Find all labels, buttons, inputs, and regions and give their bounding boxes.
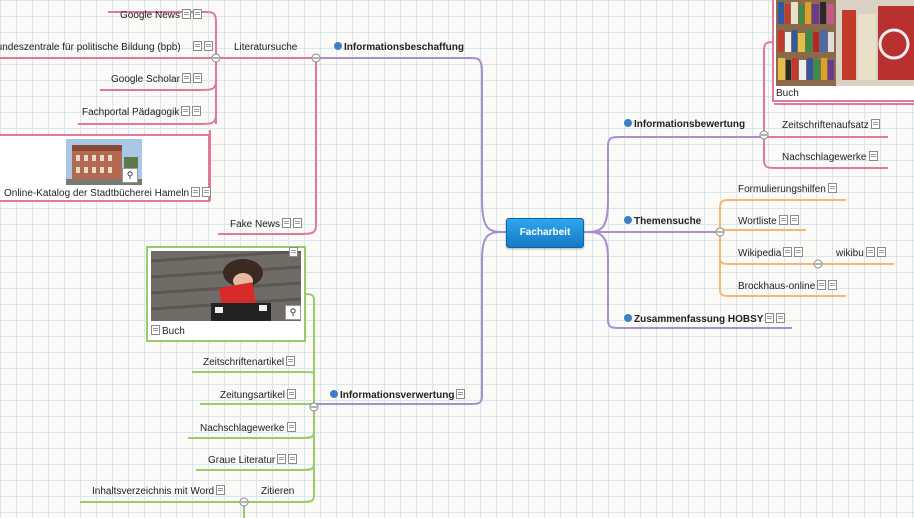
note-icon (151, 325, 160, 336)
note-icon (202, 187, 212, 198)
note-icon (789, 215, 799, 226)
note-icon (776, 313, 786, 324)
note-icon (876, 247, 886, 258)
image-node-buch-left[interactable]: ⚲ Buch (146, 246, 306, 342)
note-icon (287, 389, 297, 400)
node-zitieren[interactable]: Zitieren (261, 486, 294, 498)
node-zeitschriftenaufsatz[interactable]: Zeitschriftenaufsatz (782, 119, 880, 132)
note-icon (193, 9, 203, 20)
note-icon (783, 247, 793, 258)
node-wikipedia[interactable]: Wikipedia (738, 247, 804, 260)
mind-map-canvas: Facharbeit Informationsbeschaffung Liter… (0, 0, 914, 518)
node-wikibu[interactable]: wikibu (836, 247, 886, 260)
node-informationsbewertung[interactable]: Informationsbewertung (624, 119, 745, 131)
caption-buch-left: Buch (151, 325, 185, 338)
note-icon (868, 151, 878, 162)
note-icon (765, 313, 775, 324)
note-icon (192, 73, 202, 84)
note-icon (870, 119, 880, 130)
note-icon (192, 106, 202, 117)
note-icon (828, 280, 838, 291)
note-icon (182, 9, 192, 20)
node-zeitungsartikel[interactable]: Zeitungsartikel (220, 389, 297, 402)
image-node-stadtbuecherei[interactable]: ⚲ Online-Katalog der Stadtbücherei Hamel… (0, 134, 212, 202)
central-node[interactable]: Facharbeit (506, 218, 584, 248)
note-icon (277, 454, 287, 465)
node-nachschlagewerke-right[interactable]: Nachschlagewerke (782, 151, 878, 164)
bookshelf-photo (776, 0, 914, 86)
node-fachportal[interactable]: Fachportal Pädagogik (82, 106, 202, 119)
note-icon (191, 187, 201, 198)
caption-stadtbuecherei: Online-Katalog der Stadtbücherei Hameln (4, 187, 212, 200)
note-icon (181, 73, 191, 84)
note-icon (216, 485, 226, 496)
node-zusammenfassung[interactable]: Zusammenfassung HOBSY (624, 313, 786, 326)
note-icon (865, 247, 875, 258)
note-icon (192, 41, 202, 52)
node-zeitschriftenartikel[interactable]: Zeitschriftenartikel (203, 356, 296, 369)
bullet-icon (624, 216, 632, 225)
note-icon (282, 218, 292, 229)
bullet-icon (624, 119, 632, 128)
note-icon (456, 389, 466, 400)
note-icon (203, 41, 213, 52)
bullet-icon (334, 42, 342, 51)
node-formulierungshilfen[interactable]: Formulierungshilfen (738, 183, 837, 196)
bullet-icon (624, 314, 632, 323)
note-icon (778, 215, 788, 226)
node-informationsbeschaffung[interactable]: Informationsbeschaffung (334, 42, 464, 54)
note-icon (289, 247, 298, 257)
reading-photo (151, 251, 301, 321)
note-icon (286, 422, 296, 433)
note-icon (794, 247, 804, 258)
zoom-icon[interactable]: ⚲ (285, 305, 301, 320)
node-bpb[interactable]: Bundeszentrale für politische Bildung (b… (0, 41, 213, 54)
node-google-news[interactable]: Google News (120, 9, 203, 22)
zoom-icon[interactable]: ⚲ (122, 168, 138, 183)
node-themensuche[interactable]: Themensuche (624, 216, 701, 228)
node-fake-news[interactable]: Fake News (230, 218, 303, 231)
node-nachschlagewerke-left[interactable]: Nachschlagewerke (200, 422, 296, 435)
note-icon (293, 218, 303, 229)
image-node-buch-right[interactable]: Buch (772, 0, 914, 102)
note-icon (288, 454, 298, 465)
node-literatursuche[interactable]: Literatursuche (234, 42, 297, 54)
note-icon (827, 183, 837, 194)
bullet-icon (330, 390, 338, 399)
node-google-scholar[interactable]: Google Scholar (111, 73, 202, 86)
node-informationsverwertung[interactable]: Informationsverwertung (330, 389, 466, 402)
caption-buch-right: Buch (776, 88, 799, 99)
note-icon (181, 106, 191, 117)
node-graue-literatur[interactable]: Graue Literatur (208, 454, 298, 467)
node-inhaltsverzeichnis[interactable]: Inhaltsverzeichnis mit Word (92, 485, 226, 498)
node-brockhaus[interactable]: Brockhaus-online (738, 280, 838, 293)
node-wortliste[interactable]: Wortliste (738, 215, 799, 228)
note-icon (817, 280, 827, 291)
note-icon (286, 356, 296, 367)
